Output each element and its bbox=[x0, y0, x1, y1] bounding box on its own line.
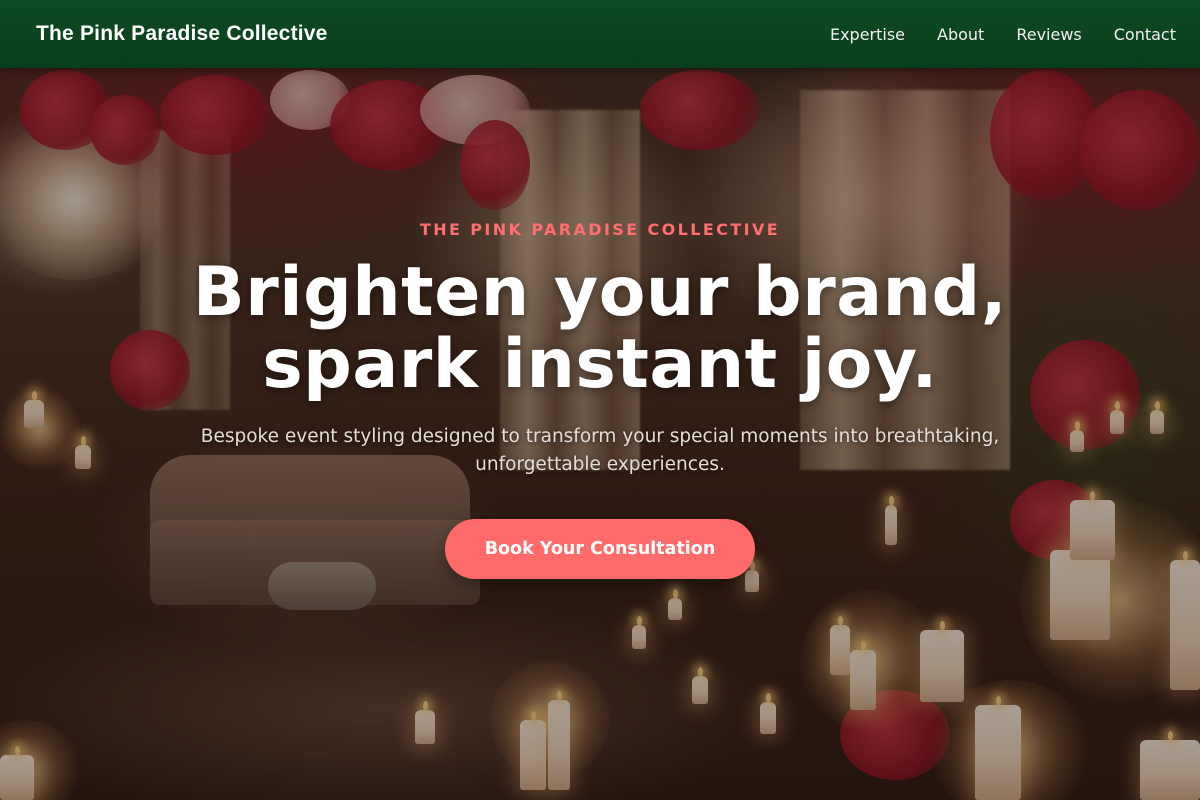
hero-subheadline: Bespoke event styling designed to transf… bbox=[200, 426, 1000, 475]
book-consultation-button[interactable]: Book Your Consultation bbox=[444, 519, 756, 579]
hero-headline: Brighten your brand, spark instant joy. bbox=[193, 257, 1007, 401]
hero-eyebrow: THE PINK PARADISE COLLECTIVE bbox=[419, 220, 781, 239]
nav-link-expertise[interactable]: Expertise bbox=[830, 25, 905, 44]
hero-headline-line-2: spark instant joy. bbox=[262, 325, 938, 404]
nav-link-about[interactable]: About bbox=[937, 25, 984, 44]
nav-links: Expertise About Reviews Contact bbox=[830, 25, 1176, 44]
top-navbar: The Pink Paradise Collective Expertise A… bbox=[0, 0, 1200, 68]
brand-logo-link[interactable]: The Pink Paradise Collective bbox=[36, 22, 328, 46]
nav-link-reviews[interactable]: Reviews bbox=[1016, 25, 1081, 44]
hero-section: THE PINK PARADISE COLLECTIVE Brighten yo… bbox=[0, 68, 1200, 800]
page: The Pink Paradise Collective Expertise A… bbox=[0, 0, 1200, 800]
hero-headline-line-1: Brighten your brand, bbox=[192, 253, 1008, 332]
nav-link-contact[interactable]: Contact bbox=[1114, 25, 1176, 44]
